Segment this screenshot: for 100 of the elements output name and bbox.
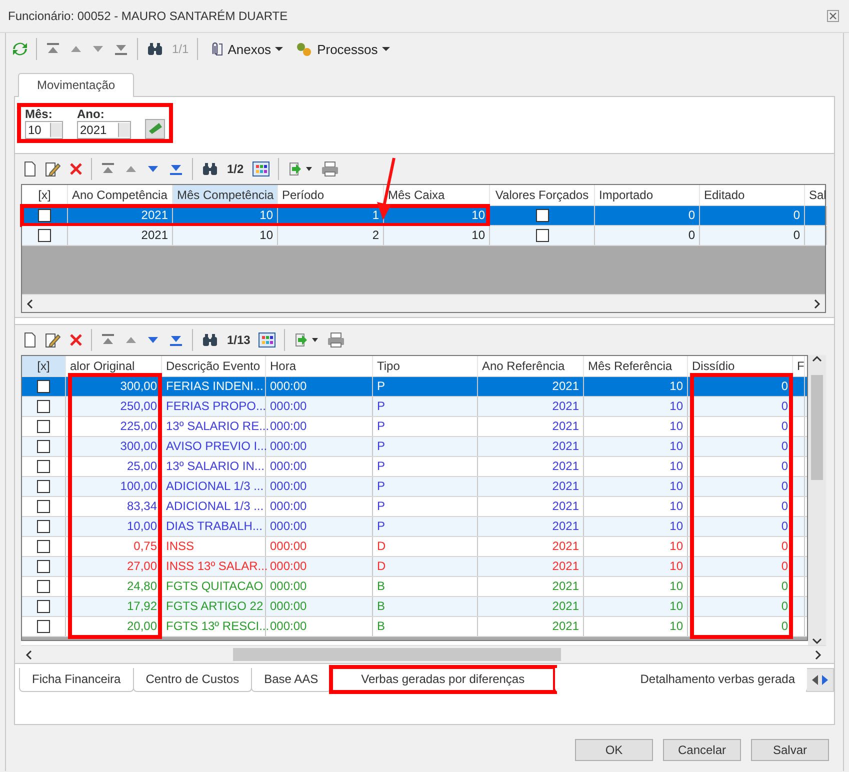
table-cell: 2021 bbox=[478, 537, 584, 556]
scroll-up-icon[interactable] bbox=[812, 355, 822, 363]
scroll-right-icon[interactable] bbox=[813, 298, 821, 308]
tab[interactable]: Movimentação bbox=[18, 73, 134, 97]
tab-right-icon[interactable] bbox=[821, 675, 829, 685]
grid-icon[interactable] bbox=[252, 161, 270, 177]
column-header[interactable]: Descrição Evento bbox=[162, 356, 266, 376]
first-icon[interactable] bbox=[100, 162, 116, 176]
dialog-button[interactable]: Cancelar bbox=[663, 739, 741, 761]
confirm-icon[interactable] bbox=[145, 119, 165, 139]
column-header[interactable]: Valores Forçados bbox=[490, 185, 595, 205]
table-row[interactable]: 0,75 INSS 000:00 D 2021 10 0 bbox=[22, 537, 807, 557]
column-header[interactable]: Dissídio bbox=[688, 356, 793, 376]
menu-button[interactable]: Anexos bbox=[206, 39, 286, 59]
checkbox[interactable] bbox=[536, 229, 548, 242]
delete-icon[interactable] bbox=[69, 333, 83, 347]
tab-left-icon[interactable] bbox=[811, 675, 819, 685]
checkbox[interactable] bbox=[37, 560, 50, 573]
checkbox[interactable] bbox=[536, 209, 548, 222]
new-document-icon[interactable] bbox=[23, 332, 37, 348]
table-row[interactable]: 300,00 FERIAS INDENI... 000:00 P 2021 10 0 bbox=[22, 377, 807, 397]
delete-icon[interactable] bbox=[69, 162, 83, 176]
scroll-left-icon[interactable] bbox=[25, 650, 33, 660]
export-icon[interactable] bbox=[293, 332, 320, 348]
last-icon[interactable] bbox=[168, 162, 184, 176]
checkbox[interactable] bbox=[37, 520, 50, 533]
tab[interactable]: Ficha Financeira bbox=[19, 668, 134, 692]
scrollbar-thumb[interactable] bbox=[233, 648, 561, 661]
tab[interactable]: Verbas geradas por diferenças bbox=[330, 668, 556, 692]
edit-icon[interactable] bbox=[45, 332, 61, 348]
menu-button[interactable]: Processos bbox=[293, 39, 392, 59]
refresh-icon[interactable] bbox=[12, 41, 28, 57]
table-row[interactable]: 2021 10 1 10 0 0 bbox=[22, 206, 825, 226]
checkbox[interactable] bbox=[37, 460, 50, 473]
table-cell: 0 bbox=[688, 477, 793, 496]
checkbox[interactable] bbox=[37, 600, 50, 613]
column-header[interactable]: F bbox=[793, 356, 805, 376]
spin-field[interactable]: 2021 bbox=[77, 121, 131, 139]
scrollbar-thumb[interactable] bbox=[811, 375, 823, 480]
table-cell: 0 bbox=[688, 457, 793, 476]
new-document-icon[interactable] bbox=[23, 161, 37, 177]
last-icon[interactable] bbox=[113, 42, 129, 56]
checkbox[interactable] bbox=[37, 540, 50, 553]
table-cell: 0 bbox=[688, 497, 793, 516]
scroll-right-icon[interactable] bbox=[814, 650, 822, 660]
column-header[interactable]: Tipo bbox=[373, 356, 478, 376]
table-row[interactable]: 100,00 ADICIONAL 1/3 ... 000:00 P 2021 10 0 bbox=[22, 477, 807, 497]
table-cell: 0 bbox=[595, 226, 700, 245]
checkbox[interactable] bbox=[37, 620, 50, 633]
dialog-button[interactable]: Salvar bbox=[751, 739, 829, 761]
first-icon[interactable] bbox=[45, 42, 61, 56]
binoculars-icon[interactable] bbox=[201, 333, 219, 347]
first-icon[interactable] bbox=[100, 333, 116, 347]
table-row[interactable]: 25,00 13º SALARIO IN... 000:00 P 2021 10 0 bbox=[22, 457, 807, 477]
table-cell: FGTS 13º RESCI... bbox=[162, 617, 266, 636]
table-row[interactable]: 250,00 FERIAS PROPO... 000:00 P 2021 10 0 bbox=[22, 397, 807, 417]
column-header[interactable]: Hora bbox=[266, 356, 373, 376]
table-row[interactable]: 300,00 AVISO PREVIO I... 000:00 P 2021 10 0 bbox=[22, 437, 807, 457]
checkbox[interactable] bbox=[37, 580, 50, 593]
column-header[interactable]: Mês Referência bbox=[584, 356, 688, 376]
checkbox[interactable] bbox=[37, 500, 50, 513]
last-icon[interactable] bbox=[168, 333, 184, 347]
column-header[interactable]: Importado bbox=[595, 185, 700, 205]
binoculars-icon[interactable] bbox=[201, 162, 219, 176]
checkbox[interactable] bbox=[37, 380, 50, 393]
column-header[interactable]: Ano Referência bbox=[478, 356, 584, 376]
table-cell: AVISO PREVIO I... bbox=[162, 437, 266, 456]
table-cell: 10 bbox=[584, 537, 688, 556]
checkbox[interactable] bbox=[37, 420, 50, 433]
table-row[interactable]: 10,00 DIAS TRABALH... 000:00 P 2021 10 0 bbox=[22, 517, 807, 537]
checkbox[interactable] bbox=[38, 229, 51, 242]
table-cell: B bbox=[373, 577, 478, 596]
printer-icon[interactable] bbox=[320, 161, 339, 177]
scroll-down-icon[interactable] bbox=[812, 637, 822, 645]
checkbox[interactable] bbox=[37, 480, 50, 493]
column-header[interactable]: Mês Competência bbox=[173, 185, 278, 205]
table-row[interactable]: 83,34 ADICIONAL 1/3 ... 000:00 P 2021 10 0 bbox=[22, 497, 807, 517]
checkbox[interactable] bbox=[37, 400, 50, 413]
edit-icon[interactable] bbox=[45, 161, 61, 177]
binoculars-icon[interactable] bbox=[146, 42, 164, 56]
checkbox[interactable] bbox=[38, 209, 51, 222]
grid-icon[interactable] bbox=[258, 332, 276, 348]
table-row[interactable]: 24,80 FGTS QUITACAO 000:00 B 2021 10 0 bbox=[22, 577, 807, 597]
column-header[interactable]: Editado bbox=[700, 185, 805, 205]
column-header[interactable]: [x] bbox=[22, 356, 66, 376]
scroll-left-icon[interactable] bbox=[26, 298, 34, 308]
tab[interactable]: Detalhamento verbas gerada bbox=[554, 668, 807, 692]
checkbox[interactable] bbox=[37, 440, 50, 453]
printer-icon[interactable] bbox=[327, 332, 346, 348]
table-cell: 0 bbox=[688, 397, 793, 416]
spin-field[interactable]: 10 bbox=[25, 121, 63, 139]
table-cell: 25,00 bbox=[66, 457, 162, 476]
dialog-button[interactable]: OK bbox=[575, 739, 653, 761]
table-row[interactable]: 225,00 13º SALARIO RE...000:00 P 2021 10 0 bbox=[22, 417, 807, 437]
table-row[interactable]: 20,00 FGTS 13º RESCI...000:00 B 2021 10 0 bbox=[22, 617, 807, 637]
column-header[interactable]: alor Original bbox=[66, 356, 162, 376]
close-icon[interactable] bbox=[827, 10, 839, 22]
export-icon[interactable] bbox=[286, 161, 313, 177]
column-header[interactable]: [x] bbox=[22, 185, 68, 205]
table-row[interactable]: 2021 10 2 10 0 0 bbox=[22, 226, 825, 246]
